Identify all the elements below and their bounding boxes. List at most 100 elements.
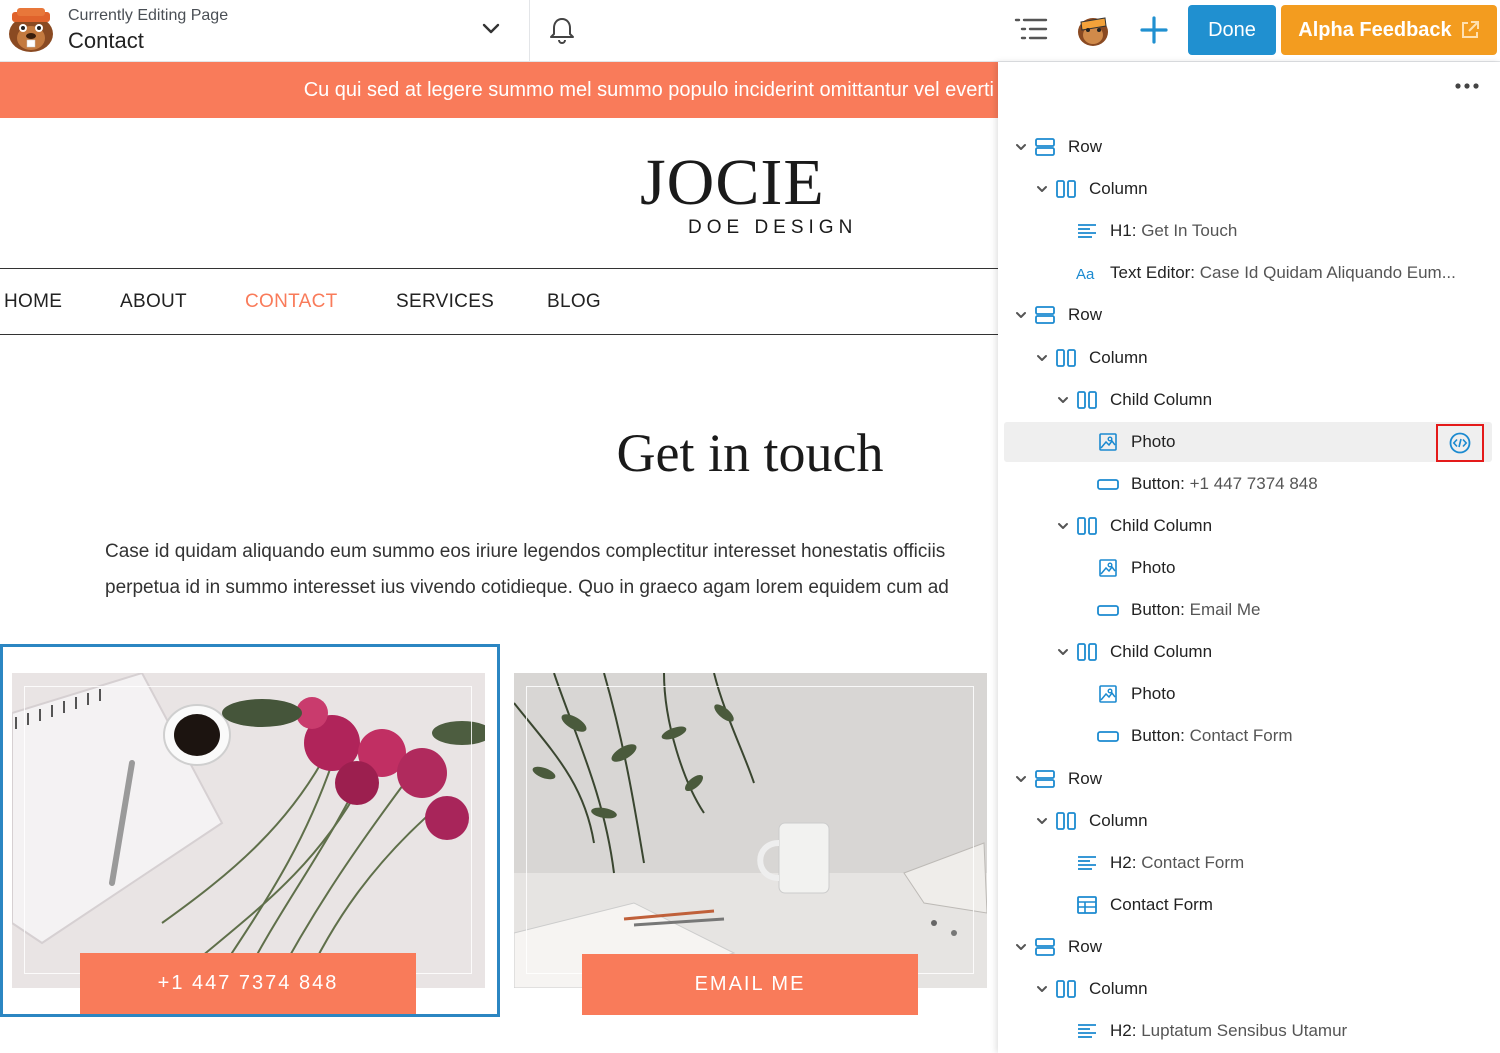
outline-item-label: Photo [1131, 558, 1175, 578]
column-icon [1077, 516, 1097, 535]
nav-bottom-divider [0, 334, 998, 335]
plus-icon[interactable] [1134, 10, 1174, 50]
page-heading[interactable]: Get in touch [0, 422, 998, 484]
nav-home[interactable]: HOME [4, 291, 62, 313]
outline-item-type: Row [1068, 768, 1103, 788]
outline-item-value: +1 447 7374 848 [1189, 473, 1318, 493]
phone-cta-button[interactable]: +1 447 7374 848 [80, 953, 416, 1014]
chevron-down-icon[interactable] [1056, 393, 1070, 407]
outline-item-photo[interactable]: Photo [1004, 548, 1492, 588]
chevron-down-icon[interactable] [478, 16, 504, 42]
chevron-down-icon[interactable] [1035, 351, 1049, 365]
outline-item-label: Button: Contact Form [1131, 726, 1293, 746]
done-button[interactable]: Done [1188, 5, 1276, 55]
outline-item-label: Contact Form [1110, 895, 1213, 915]
chevron-down-icon[interactable] [1035, 982, 1049, 996]
outline-item-type: Photo [1131, 684, 1176, 704]
svg-text:Aa: Aa [1076, 266, 1095, 283]
row-icon [1035, 306, 1055, 325]
page-canvas: Cu qui sed at legere summo mel summo pop… [0, 62, 998, 1053]
beaver-logo-icon [9, 8, 53, 52]
outline-item-type: H2: [1110, 852, 1137, 872]
outline-item-child-column[interactable]: Child Column [1004, 506, 1492, 546]
outline-item-child-column[interactable]: Child Column [1004, 632, 1492, 672]
outline-item-type: H1: [1110, 221, 1137, 241]
outline-item-label: Column [1089, 979, 1148, 999]
spacer [1077, 729, 1091, 743]
outline-item-column[interactable]: Column [1004, 969, 1492, 1009]
row-icon [1035, 138, 1055, 156]
nav-contact[interactable]: CONTACT [245, 291, 338, 313]
outline-item-button[interactable]: Button: Contact Form [1004, 716, 1492, 756]
nav-about[interactable]: ABOUT [120, 291, 187, 313]
chevron-down-icon[interactable] [1035, 182, 1049, 196]
row-icon [1035, 769, 1055, 788]
outline-item-label: H2: Contact Form [1110, 853, 1244, 873]
alpha-feedback-button[interactable]: Alpha Feedback [1281, 5, 1497, 55]
chevron-down-icon[interactable] [1056, 519, 1070, 533]
main-navigation: HOME ABOUT CONTACT SERVICES BLOG [0, 269, 998, 334]
outline-item-type: Text Editor: [1110, 263, 1196, 283]
outline-item-button[interactable]: Button: +1 447 7374 848 [1004, 464, 1492, 504]
outline-item-column[interactable]: Column [1004, 169, 1492, 209]
outline-item-column[interactable]: Column [1004, 801, 1492, 841]
email-cta-button[interactable]: EMAIL ME [582, 954, 918, 1015]
spacer [1077, 603, 1091, 617]
outline-item-type: Column [1089, 347, 1148, 367]
outline-item-label: Button: Email Me [1131, 600, 1260, 620]
text-editor-icon: Aa [1076, 266, 1095, 283]
outline-item-h2[interactable]: H2: Contact Form [1004, 843, 1492, 883]
bell-icon[interactable] [546, 14, 578, 46]
chevron-down-icon[interactable] [1056, 645, 1070, 659]
outline-item-child-column[interactable]: Child Column [1004, 380, 1492, 420]
outline-item-label: Photo [1131, 432, 1175, 452]
outline-item-row[interactable]: Row [1004, 759, 1492, 799]
column-icon [1056, 811, 1076, 830]
outline-item-type: Photo [1131, 558, 1176, 577]
outline-item-type: Row [1068, 305, 1103, 325]
spacer [1077, 561, 1091, 575]
alpha-feedback-label: Alpha Feedback [1298, 18, 1452, 41]
nav-services[interactable]: SERVICES [396, 291, 494, 313]
code-action-highlight[interactable] [1436, 423, 1484, 462]
outline-panel-icon[interactable] [1012, 12, 1050, 48]
current-page-name[interactable]: Contact [68, 28, 144, 54]
outline-item-button[interactable]: Button: Email Me [1004, 590, 1492, 630]
outline-item-h2[interactable]: H2: Luptatum Sensibus Utamur [1004, 1011, 1492, 1051]
chevron-down-icon[interactable] [1035, 814, 1049, 828]
outline-item-value: Get In Touch [1141, 221, 1238, 241]
toolbar-divider [529, 0, 530, 62]
outline-item-label: Button: +1 447 7374 848 [1131, 474, 1318, 494]
outline-item-photo[interactable]: Photo [1004, 421, 1492, 462]
outline-item-label: Text Editor: Case Id Quidam Aliquando Eu… [1110, 263, 1456, 283]
beaver-tools-icon[interactable] [1072, 10, 1114, 50]
outline-item-row[interactable]: Row [1004, 295, 1492, 335]
chevron-down-icon[interactable] [1014, 772, 1028, 786]
code-icon[interactable] [1448, 431, 1472, 455]
outline-item-value: Contact Form [1141, 852, 1245, 872]
chevron-down-icon[interactable] [1014, 940, 1028, 954]
photo-icon [1099, 559, 1117, 577]
outline-item-label: Row [1068, 937, 1102, 957]
outline-item-text-editor[interactable]: Aa Text Editor: Case Id Quidam Aliquando … [1004, 253, 1492, 293]
outline-item-label: Child Column [1110, 390, 1212, 410]
outline-item-h1[interactable]: H1: Get In Touch [1004, 211, 1492, 251]
intro-text-line-2: perpetua id in summo interesset ius vive… [105, 577, 949, 598]
outline-item-photo[interactable]: Photo [1004, 674, 1492, 714]
photo-icon [1099, 685, 1117, 704]
outline-item-contact-form[interactable]: Contact Form [1004, 885, 1492, 925]
column-icon [1056, 980, 1076, 998]
site-logo-title[interactable]: JOCIE [640, 150, 825, 216]
heading-icon [1078, 855, 1096, 870]
chevron-down-icon[interactable] [1014, 308, 1028, 322]
nav-blog[interactable]: BLOG [547, 291, 601, 313]
outline-item-row[interactable]: Row [1004, 927, 1492, 967]
more-options-icon[interactable] [1452, 74, 1482, 98]
outline-item-type: Child Column [1110, 389, 1213, 409]
currently-editing-label: Currently Editing Page [68, 7, 229, 24]
chevron-down-icon[interactable] [1014, 140, 1028, 154]
heading-icon [1078, 1024, 1096, 1038]
intro-text[interactable]: Case id quidam aliquando eum summo eos i… [105, 534, 998, 606]
outline-item-column[interactable]: Column [1004, 338, 1492, 378]
outline-item-row[interactable]: Row [1004, 127, 1492, 167]
